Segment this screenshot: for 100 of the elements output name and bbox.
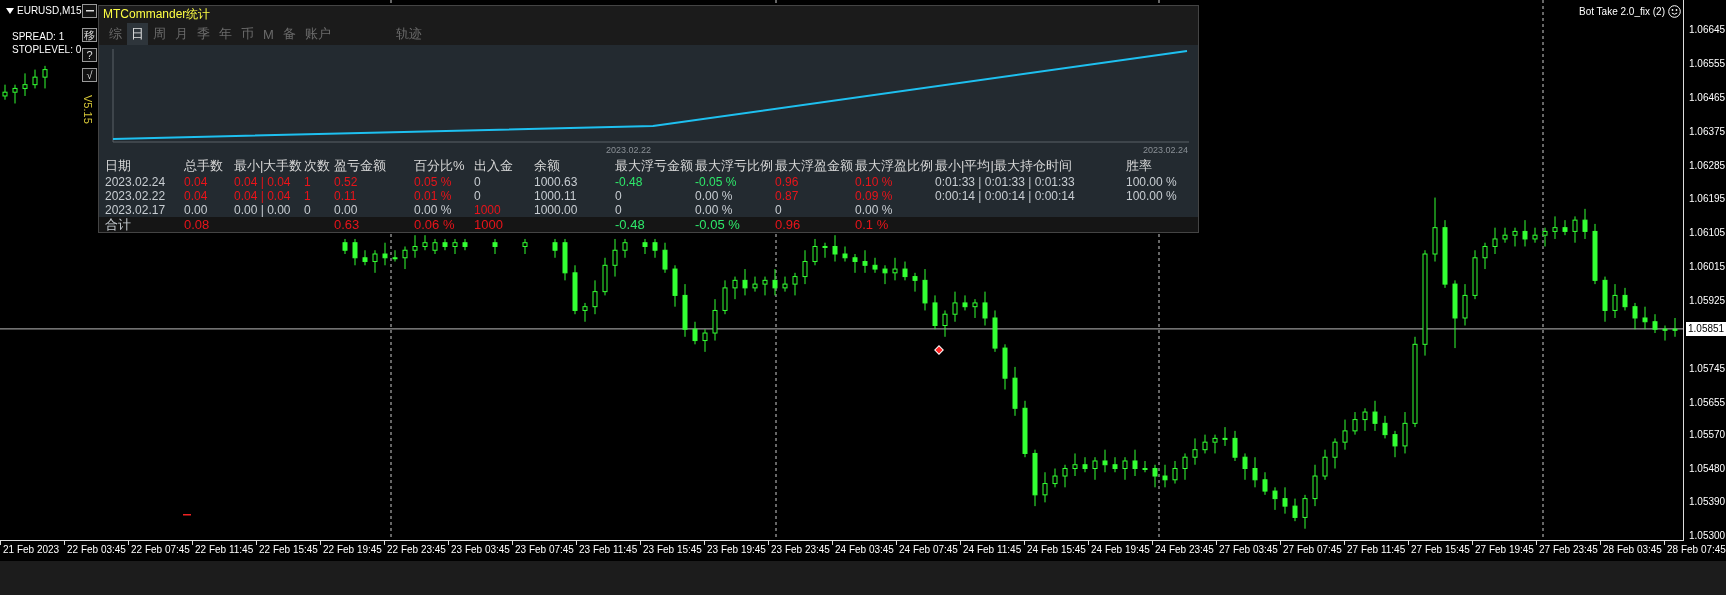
column-header: 出入金 <box>474 157 514 175</box>
candle <box>882 264 888 285</box>
minimize-icon <box>85 10 94 12</box>
price-label: 1.05745 <box>1689 361 1726 376</box>
table-cell: 0.00 % <box>695 203 733 217</box>
candle <box>1542 227 1548 247</box>
candle <box>852 253 858 274</box>
candle <box>802 249 808 285</box>
candle <box>1672 317 1678 338</box>
candle <box>412 234 418 259</box>
date-label: 2023.02.24 <box>1142 144 1188 157</box>
candle <box>1232 430 1238 462</box>
period-tab[interactable]: 币 <box>237 23 258 45</box>
period-tab[interactable]: 日 <box>127 23 148 45</box>
table-cell: 0.63 <box>334 217 360 232</box>
price-label: 1.05480 <box>1689 461 1726 476</box>
table-cell: 1000 <box>474 203 501 217</box>
candle <box>1062 464 1068 488</box>
candle <box>1652 313 1658 334</box>
candle <box>552 238 558 259</box>
time-label: 27 Feb 07:45 <box>1280 541 1344 561</box>
candle <box>642 238 648 255</box>
candle <box>1332 437 1338 469</box>
column-header: 总手数 <box>184 157 224 175</box>
table-cell: 1 <box>304 189 311 203</box>
candle <box>912 272 918 293</box>
expert-name: Bot Take 2.0_fix (2) <box>1579 6 1665 17</box>
table-cell: 0.96 <box>775 175 799 189</box>
panel-tool-button[interactable]: √ <box>82 68 97 82</box>
candle <box>1042 471 1048 503</box>
table-cell: -0.48 <box>615 175 643 189</box>
table-cell: 0.04 | 0.04 <box>234 189 291 203</box>
table-cell: 1 <box>304 175 311 189</box>
period-tab[interactable]: 月 <box>171 23 192 45</box>
candle <box>872 257 878 274</box>
column-header: 最大浮亏金额 <box>615 157 694 175</box>
candle <box>692 321 698 345</box>
time-label: 27 Feb 11:45 <box>1344 541 1408 561</box>
candle <box>1282 486 1288 515</box>
info-text: SPREAD: 1 <box>12 30 65 43</box>
info-text: STOPLEVEL: 0 <box>12 43 82 56</box>
table-cell: 0.08 <box>184 217 210 232</box>
candle <box>742 268 748 296</box>
period-tab[interactable]: 备 <box>278 23 300 45</box>
candle <box>1452 279 1458 349</box>
time-label: 23 Feb 23:45 <box>768 541 832 561</box>
period-tab[interactable]: 季 <box>193 23 214 45</box>
time-label: 22 Feb 03:45 <box>64 541 128 561</box>
time-label: 27 Feb 15:45 <box>1408 541 1472 561</box>
candle <box>1612 283 1618 319</box>
candle <box>862 249 868 274</box>
table-cell: 2023.02.17 <box>105 203 166 217</box>
candle <box>952 291 958 323</box>
price-label: 1.06555 <box>1689 56 1726 71</box>
minimize-button[interactable] <box>82 4 97 18</box>
table-cell: 0.10 % <box>855 175 893 189</box>
candle <box>962 294 968 311</box>
price-label: 1.06285 <box>1689 158 1726 173</box>
candle <box>1432 197 1438 263</box>
panel-tool-button[interactable]: 移 <box>82 28 97 42</box>
candle <box>622 238 628 259</box>
candle <box>1482 242 1488 270</box>
period-tab[interactable]: 账户 <box>300 23 335 45</box>
candle <box>342 238 348 255</box>
table-cell: 0 <box>304 203 311 217</box>
table-cell: 0:01:33 | 0:01:33 | 0:01:33 <box>935 175 1075 189</box>
period-tab[interactable]: 周 <box>149 23 170 45</box>
dropdown-triangle-icon[interactable] <box>6 7 14 14</box>
candle <box>832 234 838 263</box>
period-tab[interactable]: 综 <box>105 23 126 45</box>
column-header: 最大浮盈比例 <box>855 157 934 175</box>
candle <box>702 328 708 353</box>
table-cell: 合计 <box>105 217 131 232</box>
period-tab[interactable]: 年 <box>215 23 236 45</box>
candle <box>1572 215 1578 244</box>
price-label: 1.05570 <box>1689 427 1726 442</box>
time-label: 27 Feb 03:45 <box>1216 541 1280 561</box>
table-cell: 2023.02.22 <box>105 189 166 203</box>
candle <box>372 249 378 274</box>
candle <box>492 238 498 255</box>
column-header: 最小|大手数 <box>234 157 304 175</box>
candle <box>1192 437 1198 466</box>
column-header: 最大浮亏比例 <box>695 157 774 175</box>
table-cell: 0.04 | 0.04 <box>234 175 291 189</box>
table-cell: 0.00 % <box>695 189 733 203</box>
panel-tool-button[interactable]: ? <box>82 48 97 62</box>
period-tab[interactable]: M <box>259 24 278 44</box>
candle <box>592 279 598 315</box>
trace-tab[interactable]: 轨迹 <box>391 23 426 45</box>
candle <box>1462 283 1468 326</box>
candle <box>1582 208 1588 240</box>
table-cell: -0.05 % <box>695 175 737 189</box>
candle <box>1532 227 1538 244</box>
candle <box>1622 287 1628 311</box>
time-label: 28 Feb 03:45 <box>1600 541 1664 561</box>
column-header: 次数 <box>304 157 331 175</box>
table-cell: 0.87 <box>775 189 799 203</box>
candle <box>362 249 368 266</box>
candle <box>792 272 798 296</box>
candle <box>1222 426 1228 447</box>
